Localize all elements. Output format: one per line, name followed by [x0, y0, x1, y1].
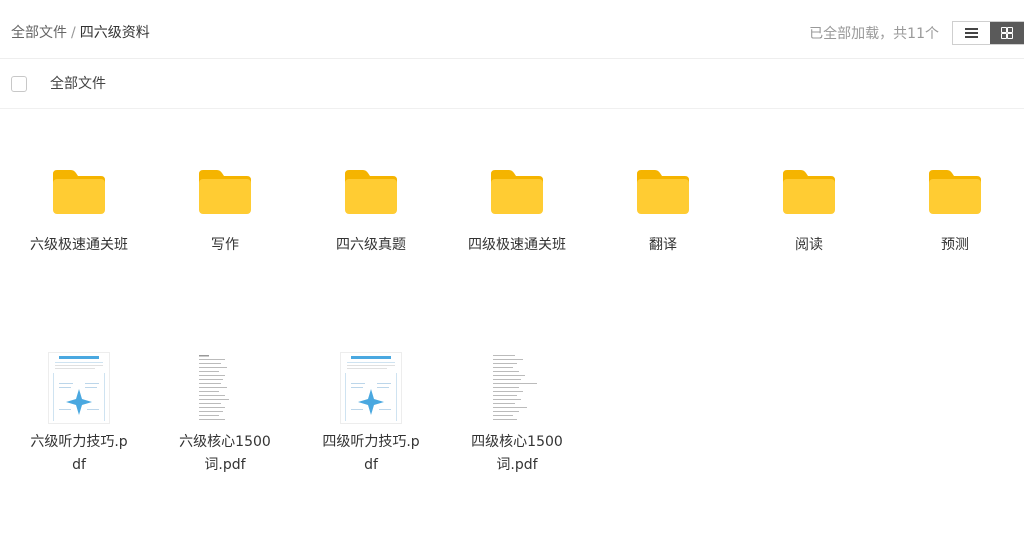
list-icon	[965, 28, 979, 38]
grid-view-button[interactable]	[990, 22, 1024, 44]
folder-item[interactable]: 预测	[900, 168, 1010, 268]
file-name-line2: df	[72, 457, 86, 473]
folder-name: 阅读	[795, 237, 823, 253]
file-name-line1: 六级核心1500	[179, 434, 271, 450]
file-name-line2: df	[364, 457, 378, 473]
breadcrumb-current: 四六级资料	[79, 25, 150, 41]
folder-name: 翻译	[649, 237, 677, 253]
folder-name: 四六级真题	[336, 237, 406, 253]
file-item[interactable]: 六级听力技巧.p df	[24, 352, 134, 482]
pdf-page-preview-icon	[493, 355, 537, 420]
file-item[interactable]: 四级核心1500 词.pdf	[462, 352, 572, 482]
file-name-line1: 四级核心1500	[471, 434, 563, 450]
folder-item[interactable]: 六级极速通关班	[24, 168, 134, 268]
file-name-line2: 词.pdf	[496, 457, 538, 473]
breadcrumb-separator: /	[71, 25, 76, 41]
file-item[interactable]: 四级听力技巧.p df	[316, 352, 426, 482]
breadcrumb-root-link[interactable]: 全部文件	[11, 25, 67, 41]
list-view-button[interactable]	[953, 22, 990, 44]
folder-name: 写作	[211, 237, 239, 253]
top-bar: 全部文件 / 四六级资料 已全部加载，共11个	[0, 0, 1024, 59]
folder-item[interactable]: 写作	[170, 168, 280, 268]
folder-item[interactable]: 翻译	[608, 168, 718, 268]
file-item[interactable]: 六级核心1500 词.pdf	[170, 352, 280, 482]
folder-item[interactable]: 阅读	[754, 168, 864, 268]
pdf-page-preview-icon	[345, 356, 397, 421]
folder-icon	[199, 170, 251, 214]
grid-icon	[1001, 27, 1014, 39]
pdf-page-preview-icon	[199, 355, 229, 420]
folder-icon	[783, 170, 835, 214]
select-all-checkbox[interactable]	[11, 76, 27, 92]
view-toggle	[952, 21, 1024, 45]
select-all-bar: 全部文件	[0, 59, 1024, 109]
file-name-line1: 四级听力技巧.p	[322, 434, 420, 450]
file-name-line1: 六级听力技巧.p	[30, 434, 128, 450]
folder-item[interactable]: 四级极速通关班	[462, 168, 572, 268]
pdf-thumbnail	[48, 352, 110, 424]
load-status: 已全部加载，共11个	[809, 26, 939, 42]
file-name-line2: 词.pdf	[204, 457, 246, 473]
folder-icon	[637, 170, 689, 214]
pdf-page-preview-icon	[53, 356, 105, 421]
folder-name: 四级极速通关班	[468, 237, 566, 253]
folder-item[interactable]: 四六级真题	[316, 168, 426, 268]
pdf-thumbnail	[486, 352, 548, 424]
folder-icon	[929, 170, 981, 214]
folder-icon	[491, 170, 543, 214]
breadcrumb: 全部文件 / 四六级资料	[11, 24, 150, 42]
folder-name: 预测	[941, 237, 969, 253]
folder-icon	[53, 170, 105, 214]
pdf-thumbnail	[194, 352, 256, 424]
select-all-label: 全部文件	[50, 76, 106, 92]
pdf-thumbnail	[340, 352, 402, 424]
folder-name: 六级极速通关班	[30, 237, 128, 253]
folder-icon	[345, 170, 397, 214]
